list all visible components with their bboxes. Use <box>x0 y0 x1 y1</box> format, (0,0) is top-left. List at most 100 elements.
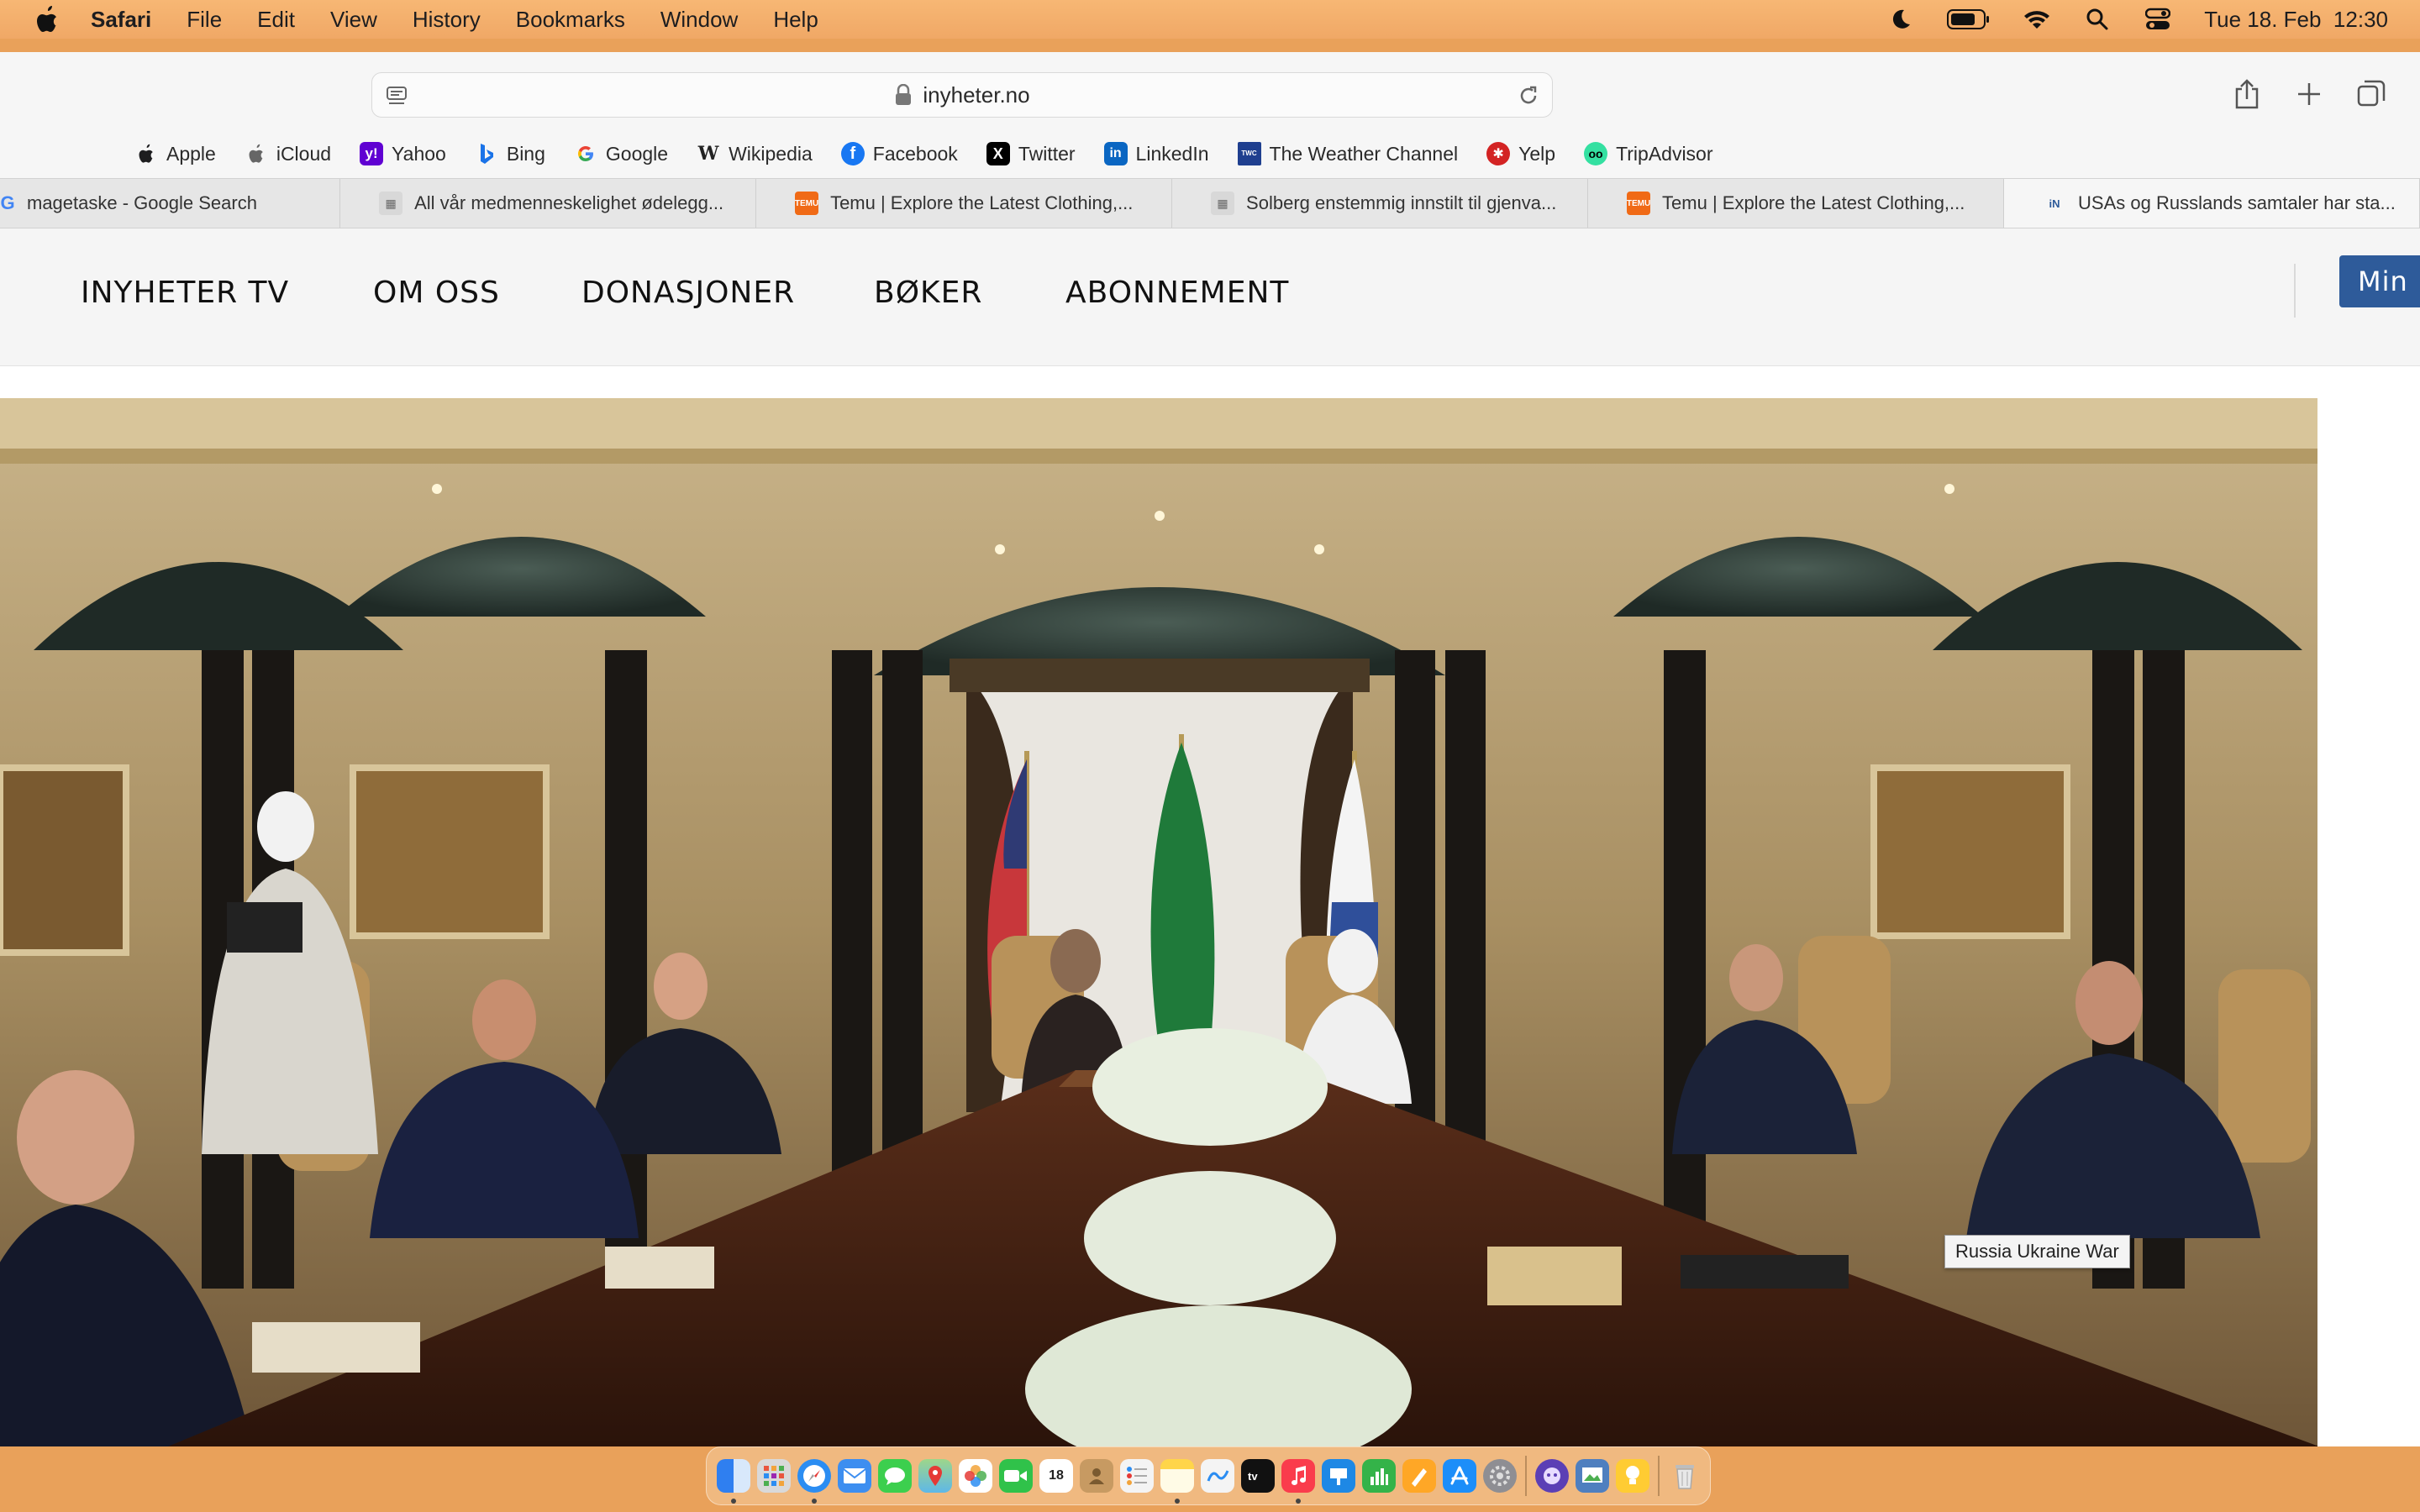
favorite-tripadvisor[interactable]: oo TripAdvisor <box>1584 142 1713 165</box>
menu-app-name[interactable]: Safari <box>91 7 151 33</box>
numbers-icon[interactable] <box>1362 1459 1396 1493</box>
favorite-apple[interactable]: Apple <box>134 142 216 165</box>
tab-inyheter-active[interactable]: iN USAs og Russlands samtaler har sta... <box>2004 179 2420 228</box>
reminders-icon[interactable] <box>1120 1459 1154 1493</box>
photos-icon[interactable] <box>959 1459 992 1493</box>
account-button[interactable]: Min <box>2339 255 2420 307</box>
menu-bookmarks[interactable]: Bookmarks <box>516 7 625 33</box>
favorite-label: The Weather Channel <box>1269 142 1459 165</box>
browser-toolbar: inyheter.no Apple iCloud y! Yahoo Bing G… <box>0 52 2420 178</box>
favorite-label: iCloud <box>276 142 332 165</box>
favorite-wikipedia[interactable]: W Wikipedia <box>697 142 813 165</box>
favorite-linkedin[interactable]: in LinkedIn <box>1103 142 1209 165</box>
favorite-yahoo[interactable]: y! Yahoo <box>360 142 446 165</box>
favorite-label: Wikipedia <box>729 142 813 165</box>
nav-donasjoner[interactable]: DONASJONER <box>581 276 795 310</box>
preview-icon[interactable] <box>1576 1459 1609 1493</box>
menu-file[interactable]: File <box>187 7 222 33</box>
contacts-icon[interactable] <box>1080 1459 1113 1493</box>
tab-overview-icon[interactable] <box>2353 76 2390 113</box>
google-icon: G <box>0 192 15 213</box>
apple-icon <box>245 142 268 165</box>
favorite-label: Bing <box>506 142 545 165</box>
keynote-icon[interactable] <box>1322 1459 1355 1493</box>
calendar-icon[interactable]: 18 <box>1039 1459 1073 1493</box>
google-icon <box>574 142 597 165</box>
pages-icon[interactable] <box>1402 1459 1436 1493</box>
finder-icon[interactable] <box>717 1459 750 1504</box>
menu-help[interactable]: Help <box>773 7 818 33</box>
tab-title: Solberg enstemmig innstilt til gjenva... <box>1246 192 1557 213</box>
x-icon: X <box>986 142 1010 165</box>
favorite-google[interactable]: Google <box>574 142 668 165</box>
notes-icon[interactable] <box>1160 1459 1194 1504</box>
favorite-label: TripAdvisor <box>1616 142 1713 165</box>
tab-title: Temu | Explore the Latest Clothing,... <box>1662 192 1965 213</box>
tab-title: All vår medmenneskelighet ødelegg... <box>414 192 724 213</box>
favorite-twitter[interactable]: X Twitter <box>986 142 1076 165</box>
freeform-icon[interactable] <box>1201 1459 1234 1493</box>
menu-window[interactable]: Window <box>660 7 738 33</box>
temu-icon: TEMU <box>795 192 818 215</box>
messages-icon[interactable] <box>878 1459 912 1493</box>
menu-view[interactable]: View <box>330 7 377 33</box>
battery-icon[interactable] <box>1947 5 1991 34</box>
favorite-bing[interactable]: Bing <box>475 142 545 165</box>
new-tab-icon[interactable] <box>2291 76 2328 113</box>
favorite-label: Facebook <box>872 142 958 165</box>
running-indicator <box>1175 1499 1180 1504</box>
nav-abonnement[interactable]: ABONNEMENT <box>1065 276 1289 310</box>
spotlight-search-icon[interactable] <box>2083 5 2112 34</box>
hero-photo[interactable] <box>0 398 2317 1446</box>
menubar-clock[interactable]: Tue 18. Feb 12:30 <box>2204 7 2388 33</box>
favorite-label: Twitter <box>1018 142 1076 165</box>
tab-google-search[interactable]: G magetaske - Google Search <box>0 179 341 228</box>
favorite-icloud[interactable]: iCloud <box>245 142 331 165</box>
address-bar-url[interactable]: inyheter.no <box>923 82 1029 108</box>
reader-view-icon[interactable] <box>384 83 409 108</box>
nav-om-oss[interactable]: OM OSS <box>373 276 500 310</box>
apple-menu-icon[interactable] <box>32 4 62 34</box>
favorites-bar: Apple iCloud y! Yahoo Bing Google W Wiki… <box>134 136 1742 171</box>
assistant-icon[interactable] <box>1535 1459 1569 1493</box>
lock-icon <box>894 83 913 106</box>
menu-edit[interactable]: Edit <box>257 7 295 33</box>
facetime-icon[interactable] <box>999 1459 1033 1493</box>
bing-icon <box>475 142 498 165</box>
tips-icon[interactable] <box>1616 1459 1649 1493</box>
favorite-facebook[interactable]: f Facebook <box>840 142 958 165</box>
tab-temu[interactable]: TEMU Temu | Explore the Latest Clothing,… <box>1588 179 2005 228</box>
nav-inyheter-tv[interactable]: INYHETER TV <box>81 276 289 310</box>
launchpad-icon[interactable] <box>757 1459 791 1493</box>
menu-history[interactable]: History <box>413 7 481 33</box>
mail-icon[interactable] <box>838 1459 871 1493</box>
temu-icon: TEMU <box>1627 192 1650 215</box>
app-store-icon[interactable] <box>1443 1459 1476 1493</box>
dock: 18 tv <box>706 1446 1711 1505</box>
music-icon[interactable] <box>1281 1459 1315 1504</box>
address-bar[interactable]: inyheter.no <box>371 72 1553 118</box>
tv-icon[interactable]: tv <box>1241 1459 1275 1493</box>
tab-article[interactable]: ▦ Solberg enstemmig innstilt til gjenva.… <box>1172 179 1589 228</box>
favorite-weather-channel[interactable]: TWC The Weather Channel <box>1237 142 1459 165</box>
control-center-icon[interactable] <box>2144 5 2172 34</box>
tab-title: magetaske - Google Search <box>27 192 257 213</box>
wifi-icon[interactable] <box>2023 5 2051 34</box>
safari-icon[interactable] <box>797 1459 831 1504</box>
dock-separator <box>1658 1456 1660 1496</box>
reload-icon[interactable] <box>1515 82 1542 109</box>
tab-article[interactable]: ▦ All vår medmenneskelighet ødelegg... <box>340 179 757 228</box>
yahoo-icon: y! <box>360 142 384 165</box>
moon-icon[interactable] <box>1886 5 1915 34</box>
share-icon[interactable] <box>2228 76 2265 113</box>
favorite-yelp[interactable]: ✱ Yelp <box>1486 142 1555 165</box>
dock-separator <box>1525 1456 1527 1496</box>
favorite-label: Apple <box>166 142 216 165</box>
tab-temu[interactable]: TEMU Temu | Explore the Latest Clothing,… <box>756 179 1173 228</box>
nav-boker[interactable]: BØKER <box>874 276 982 310</box>
maps-icon[interactable] <box>918 1459 952 1493</box>
running-indicator <box>812 1499 817 1504</box>
system-settings-icon[interactable] <box>1483 1459 1517 1493</box>
svg-text:tv: tv <box>1248 1470 1258 1483</box>
trash-icon[interactable] <box>1668 1459 1702 1493</box>
